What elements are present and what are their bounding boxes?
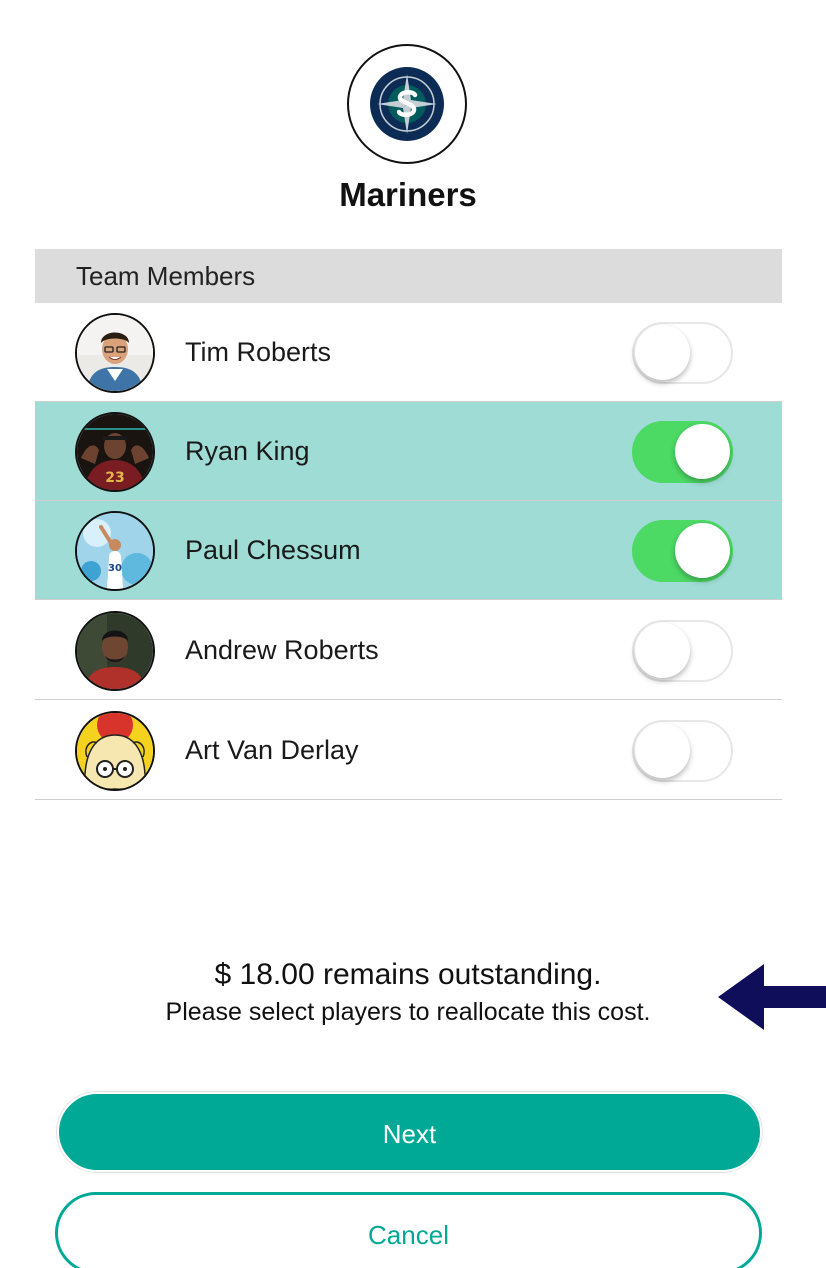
toggle-knob: [675, 523, 730, 578]
member-toggle-ryan-king[interactable]: [632, 421, 733, 483]
compass-logo-icon: [370, 67, 444, 141]
member-toggle-paul-chessum[interactable]: [632, 520, 733, 582]
avatar-art-van-derlay: [75, 711, 155, 791]
member-name: Paul Chessum: [185, 535, 361, 565]
left-arrow-icon: [718, 962, 826, 1037]
toggle-knob: [635, 325, 690, 380]
member-toggle-andrew-roberts[interactable]: [632, 620, 733, 682]
member-row-paul-chessum[interactable]: 30 Paul Chessum: [35, 501, 782, 600]
member-toggle-art-van-derlay[interactable]: [632, 720, 733, 782]
member-name: Ryan King: [185, 436, 310, 466]
team-name: Mariners: [339, 176, 477, 213]
outstanding-amount-text: $ 18.00 remains outstanding.: [214, 958, 602, 991]
toggle-knob: [635, 623, 690, 678]
member-name: Art Van Derlay: [185, 735, 359, 765]
member-name: Tim Roberts: [185, 337, 332, 367]
team-members-header: Team Members: [35, 249, 782, 303]
cancel-button[interactable]: Cancel: [55, 1192, 762, 1268]
avatar-tim-roberts: [75, 313, 155, 393]
member-name: Andrew Roberts: [185, 635, 379, 665]
avatar-ryan-king: 23: [75, 412, 155, 492]
avatar-andrew-roberts: [75, 611, 155, 691]
svg-text:30: 30: [108, 563, 122, 574]
member-row-art-van-derlay[interactable]: Art Van Derlay: [35, 701, 782, 800]
toggle-knob: [635, 723, 690, 778]
member-toggle-tim-roberts[interactable]: [632, 322, 733, 384]
member-row-tim-roberts[interactable]: Tim Roberts: [35, 303, 782, 402]
reallocate-cost-screen: Mariners Team Members Tim Roberts 23 Rya…: [0, 0, 826, 1268]
svg-text:23: 23: [105, 470, 124, 486]
team-logo: [347, 44, 467, 164]
reallocate-instruction-text: Please select players to reallocate this…: [165, 998, 651, 1026]
toggle-knob: [675, 424, 730, 479]
member-row-andrew-roberts[interactable]: Andrew Roberts: [35, 601, 782, 700]
member-row-ryan-king[interactable]: 23 Ryan King: [35, 402, 782, 501]
next-button[interactable]: Next: [57, 1092, 762, 1172]
avatar-paul-chessum: 30: [75, 511, 155, 591]
